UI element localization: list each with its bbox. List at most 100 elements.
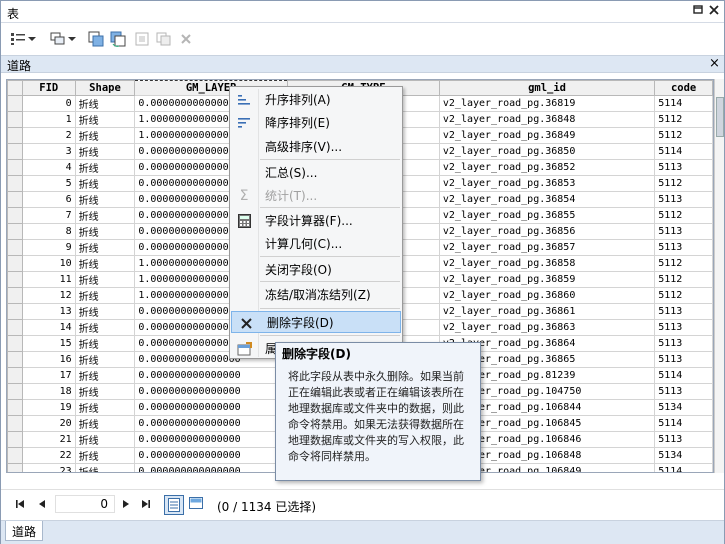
cell-gml-id[interactable]: v2_layer_road_pg.36861 xyxy=(438,303,656,320)
cell-gm-layer[interactable]: 0.000000000000000 xyxy=(134,415,288,432)
column-header-selector[interactable] xyxy=(7,80,23,96)
row-selector[interactable] xyxy=(7,431,23,448)
row-selector[interactable] xyxy=(7,415,23,432)
menu-item[interactable]: 汇总(S)... xyxy=(230,162,402,184)
scrollbar-thumb[interactable] xyxy=(716,97,724,137)
table-tab-title[interactable]: 道路 xyxy=(7,57,31,74)
cell-shape[interactable]: 折线 xyxy=(74,159,136,176)
menu-item[interactable]: 计算几何(C)... xyxy=(230,233,402,255)
column-header-code[interactable]: code xyxy=(654,80,713,96)
close-icon[interactable] xyxy=(707,4,721,18)
cell-code[interactable]: 5112 xyxy=(654,271,713,288)
cell-gm-layer[interactable]: 0.000000000000000 xyxy=(134,431,288,448)
menu-item[interactable]: 升序排列(A) xyxy=(230,89,402,111)
cell-fid[interactable]: 20 xyxy=(21,415,76,432)
row-selector[interactable] xyxy=(7,239,23,256)
row-selector[interactable] xyxy=(7,399,23,416)
cell-fid[interactable]: 18 xyxy=(21,383,76,400)
cell-shape[interactable]: 折线 xyxy=(74,95,136,112)
cell-code[interactable]: 5134 xyxy=(654,399,713,416)
row-selector[interactable] xyxy=(7,207,23,224)
cell-gml-id[interactable]: v2_layer_road_pg.36819 xyxy=(438,95,656,112)
row-selector[interactable] xyxy=(7,191,23,208)
cell-shape[interactable]: 折线 xyxy=(74,415,136,432)
chevron-down-icon[interactable] xyxy=(67,31,77,47)
cell-shape[interactable]: 折线 xyxy=(74,143,136,160)
column-header-gml-id[interactable]: gml_id xyxy=(438,80,656,96)
cell-code[interactable]: 5113 xyxy=(654,351,713,368)
cell-fid[interactable]: 19 xyxy=(21,399,76,416)
cell-gml-id[interactable]: v2_layer_road_pg.36849 xyxy=(438,127,656,144)
cell-fid[interactable]: 3 xyxy=(21,143,76,160)
cell-gm-layer[interactable]: 0.000000000000000 xyxy=(134,383,288,400)
menu-item[interactable]: 删除字段(D) xyxy=(231,311,401,333)
cell-gm-layer[interactable]: 0.000000000000000 xyxy=(134,463,288,472)
cell-code[interactable]: 5113 xyxy=(654,191,713,208)
menu-item[interactable]: 字段计算器(F)... xyxy=(230,210,402,232)
select-by-attributes-icon[interactable] xyxy=(87,31,105,47)
cell-fid[interactable]: 1 xyxy=(21,111,76,128)
cell-code[interactable]: 5112 xyxy=(654,127,713,144)
cell-fid[interactable]: 21 xyxy=(21,431,76,448)
menu-item[interactable]: 降序排列(E) xyxy=(230,112,402,134)
cell-gml-id[interactable]: v2_layer_road_pg.36848 xyxy=(438,111,656,128)
cell-gml-id[interactable]: v2_layer_road_pg.36860 xyxy=(438,287,656,304)
cell-shape[interactable]: 折线 xyxy=(74,335,136,352)
cell-shape[interactable]: 折线 xyxy=(74,191,136,208)
menu-item[interactable]: Σ 统计(T)... xyxy=(230,185,402,207)
cell-gm-layer[interactable]: 0.000000000000000 xyxy=(134,367,288,384)
row-selector[interactable] xyxy=(7,255,23,272)
chevron-down-icon[interactable] xyxy=(27,31,37,47)
cell-shape[interactable]: 折线 xyxy=(74,447,136,464)
row-selector[interactable] xyxy=(7,223,23,240)
cell-fid[interactable]: 15 xyxy=(21,335,76,352)
cell-gml-id[interactable]: v2_layer_road_pg.36863 xyxy=(438,319,656,336)
cell-code[interactable]: 5112 xyxy=(654,207,713,224)
row-selector[interactable] xyxy=(7,287,23,304)
cell-shape[interactable]: 折线 xyxy=(74,399,136,416)
switch-selection-icon[interactable] xyxy=(109,31,127,47)
cell-code[interactable]: 5112 xyxy=(654,111,713,128)
cell-fid[interactable]: 23 xyxy=(21,463,76,472)
cell-gml-id[interactable]: v2_layer_road_pg.36850 xyxy=(438,143,656,160)
row-selector[interactable] xyxy=(7,447,23,464)
row-selector[interactable] xyxy=(7,351,23,368)
cell-code[interactable]: 5113 xyxy=(654,335,713,352)
cell-fid[interactable]: 9 xyxy=(21,239,76,256)
cell-code[interactable]: 5114 xyxy=(654,95,713,112)
row-selector[interactable] xyxy=(7,335,23,352)
cell-shape[interactable]: 折线 xyxy=(74,351,136,368)
next-record-icon[interactable] xyxy=(122,499,130,512)
cell-shape[interactable]: 折线 xyxy=(74,255,136,272)
row-selector[interactable] xyxy=(7,175,23,192)
table-options-icon[interactable] xyxy=(9,31,27,47)
menu-item[interactable]: 关闭字段(O) xyxy=(230,259,402,281)
row-selector[interactable] xyxy=(7,463,23,472)
cell-code[interactable]: 5114 xyxy=(654,143,713,160)
row-selector[interactable] xyxy=(7,143,23,160)
record-number-input[interactable]: 0 xyxy=(55,495,115,513)
vertical-scrollbar[interactable] xyxy=(714,79,724,473)
row-selector[interactable] xyxy=(7,271,23,288)
menu-item[interactable]: 高级排序(V)... xyxy=(230,136,402,158)
cell-fid[interactable]: 14 xyxy=(21,319,76,336)
cell-fid[interactable]: 17 xyxy=(21,367,76,384)
cell-shape[interactable]: 折线 xyxy=(74,319,136,336)
row-selector[interactable] xyxy=(7,95,23,112)
cell-shape[interactable]: 折线 xyxy=(74,287,136,304)
row-selector[interactable] xyxy=(7,367,23,384)
row-selector[interactable] xyxy=(7,383,23,400)
cell-shape[interactable]: 折线 xyxy=(74,239,136,256)
cell-gml-id[interactable]: v2_layer_road_pg.36854 xyxy=(438,191,656,208)
column-header-fid[interactable]: FID xyxy=(21,80,76,96)
row-selector[interactable] xyxy=(7,159,23,176)
cell-code[interactable]: 5113 xyxy=(654,223,713,240)
cell-shape[interactable]: 折线 xyxy=(74,111,136,128)
cell-gml-id[interactable]: v2_layer_road_pg.36852 xyxy=(438,159,656,176)
cell-gml-id[interactable]: v2_layer_road_pg.36858 xyxy=(438,255,656,272)
cell-fid[interactable]: 10 xyxy=(21,255,76,272)
cell-shape[interactable]: 折线 xyxy=(74,303,136,320)
previous-record-icon[interactable] xyxy=(38,499,46,512)
cell-fid[interactable]: 16 xyxy=(21,351,76,368)
cell-shape[interactable]: 折线 xyxy=(74,271,136,288)
